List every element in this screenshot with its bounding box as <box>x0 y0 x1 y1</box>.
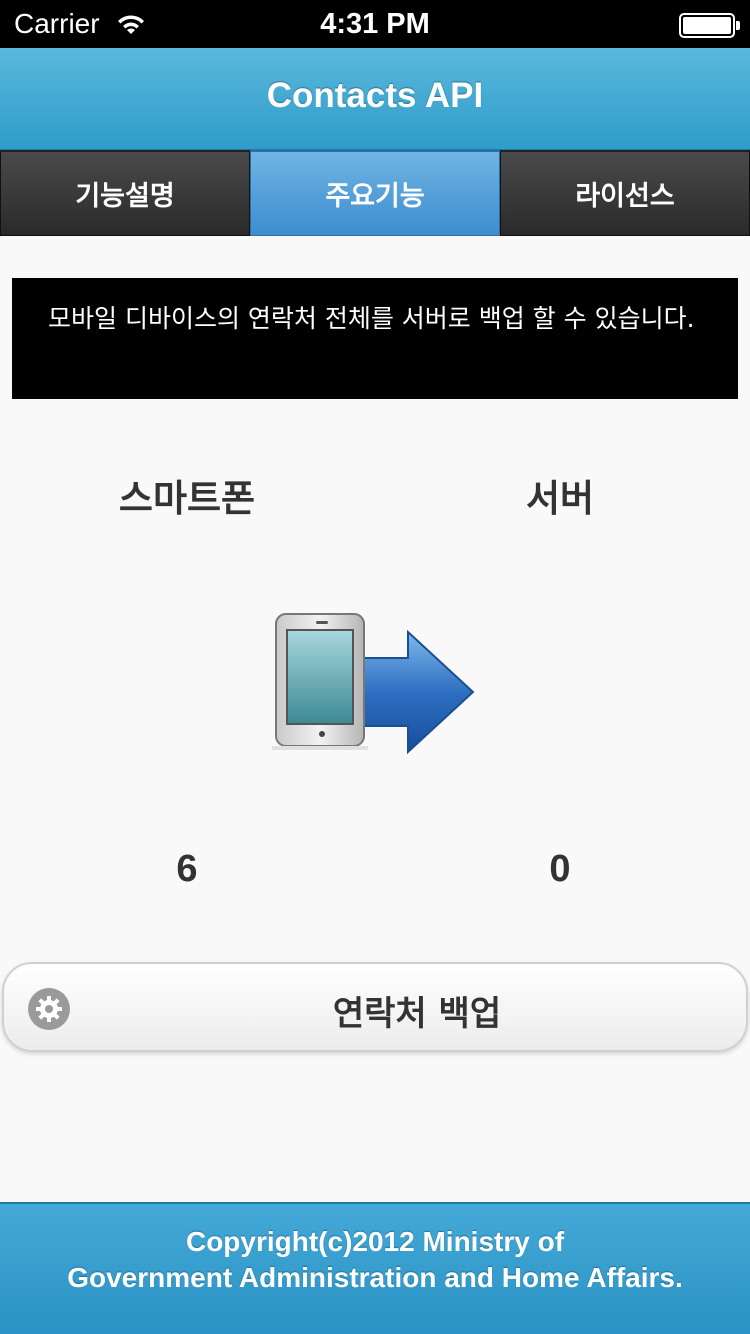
page-title: Contacts API <box>266 76 484 115</box>
server-contact-count: 0 <box>549 848 571 890</box>
server-label: 서버 <box>525 477 595 520</box>
tab-bar: 기능설명 주요기능 라이선스 <box>0 150 750 236</box>
smartphone-label: 스마트폰 <box>118 477 256 520</box>
battery-icon <box>679 13 740 38</box>
tab-main-features[interactable]: 주요기능 <box>250 150 500 236</box>
footer: Copyright(c)2012 Ministry of Government … <box>0 1202 750 1334</box>
copyright-line-1: Copyright(c)2012 Ministry of <box>185 1226 565 1257</box>
smartphone-icon <box>272 613 368 750</box>
copyright-line-2: Government Administration and Home Affai… <box>67 1262 683 1293</box>
tab-license[interactable]: 라이선스 <box>500 150 750 236</box>
copyright-text: Copyright(c)2012 Ministry of Government … <box>0 1224 750 1296</box>
transfer-illustration <box>272 613 475 755</box>
backup-button-label: 연락처 백업 <box>332 994 502 1034</box>
title-bar: Contacts API <box>0 48 750 150</box>
contacts-backup-button[interactable]: 연락처 백업 <box>2 962 748 1052</box>
arrow-right-icon <box>355 629 475 755</box>
description-box: 모바일 디바이스의 연락처 전체를 서버로 백업 할 수 있습니다. <box>12 278 738 399</box>
smartphone-contact-count: 6 <box>176 848 198 890</box>
clock: 4:31 PM <box>320 8 430 40</box>
status-bar: Carrier 4:31 PM <box>0 0 750 48</box>
tab-feature-description[interactable]: 기능설명 <box>0 150 250 236</box>
app-screen: Carrier 4:31 PM Contacts API 기능설명 주요기능 라… <box>0 0 750 1334</box>
